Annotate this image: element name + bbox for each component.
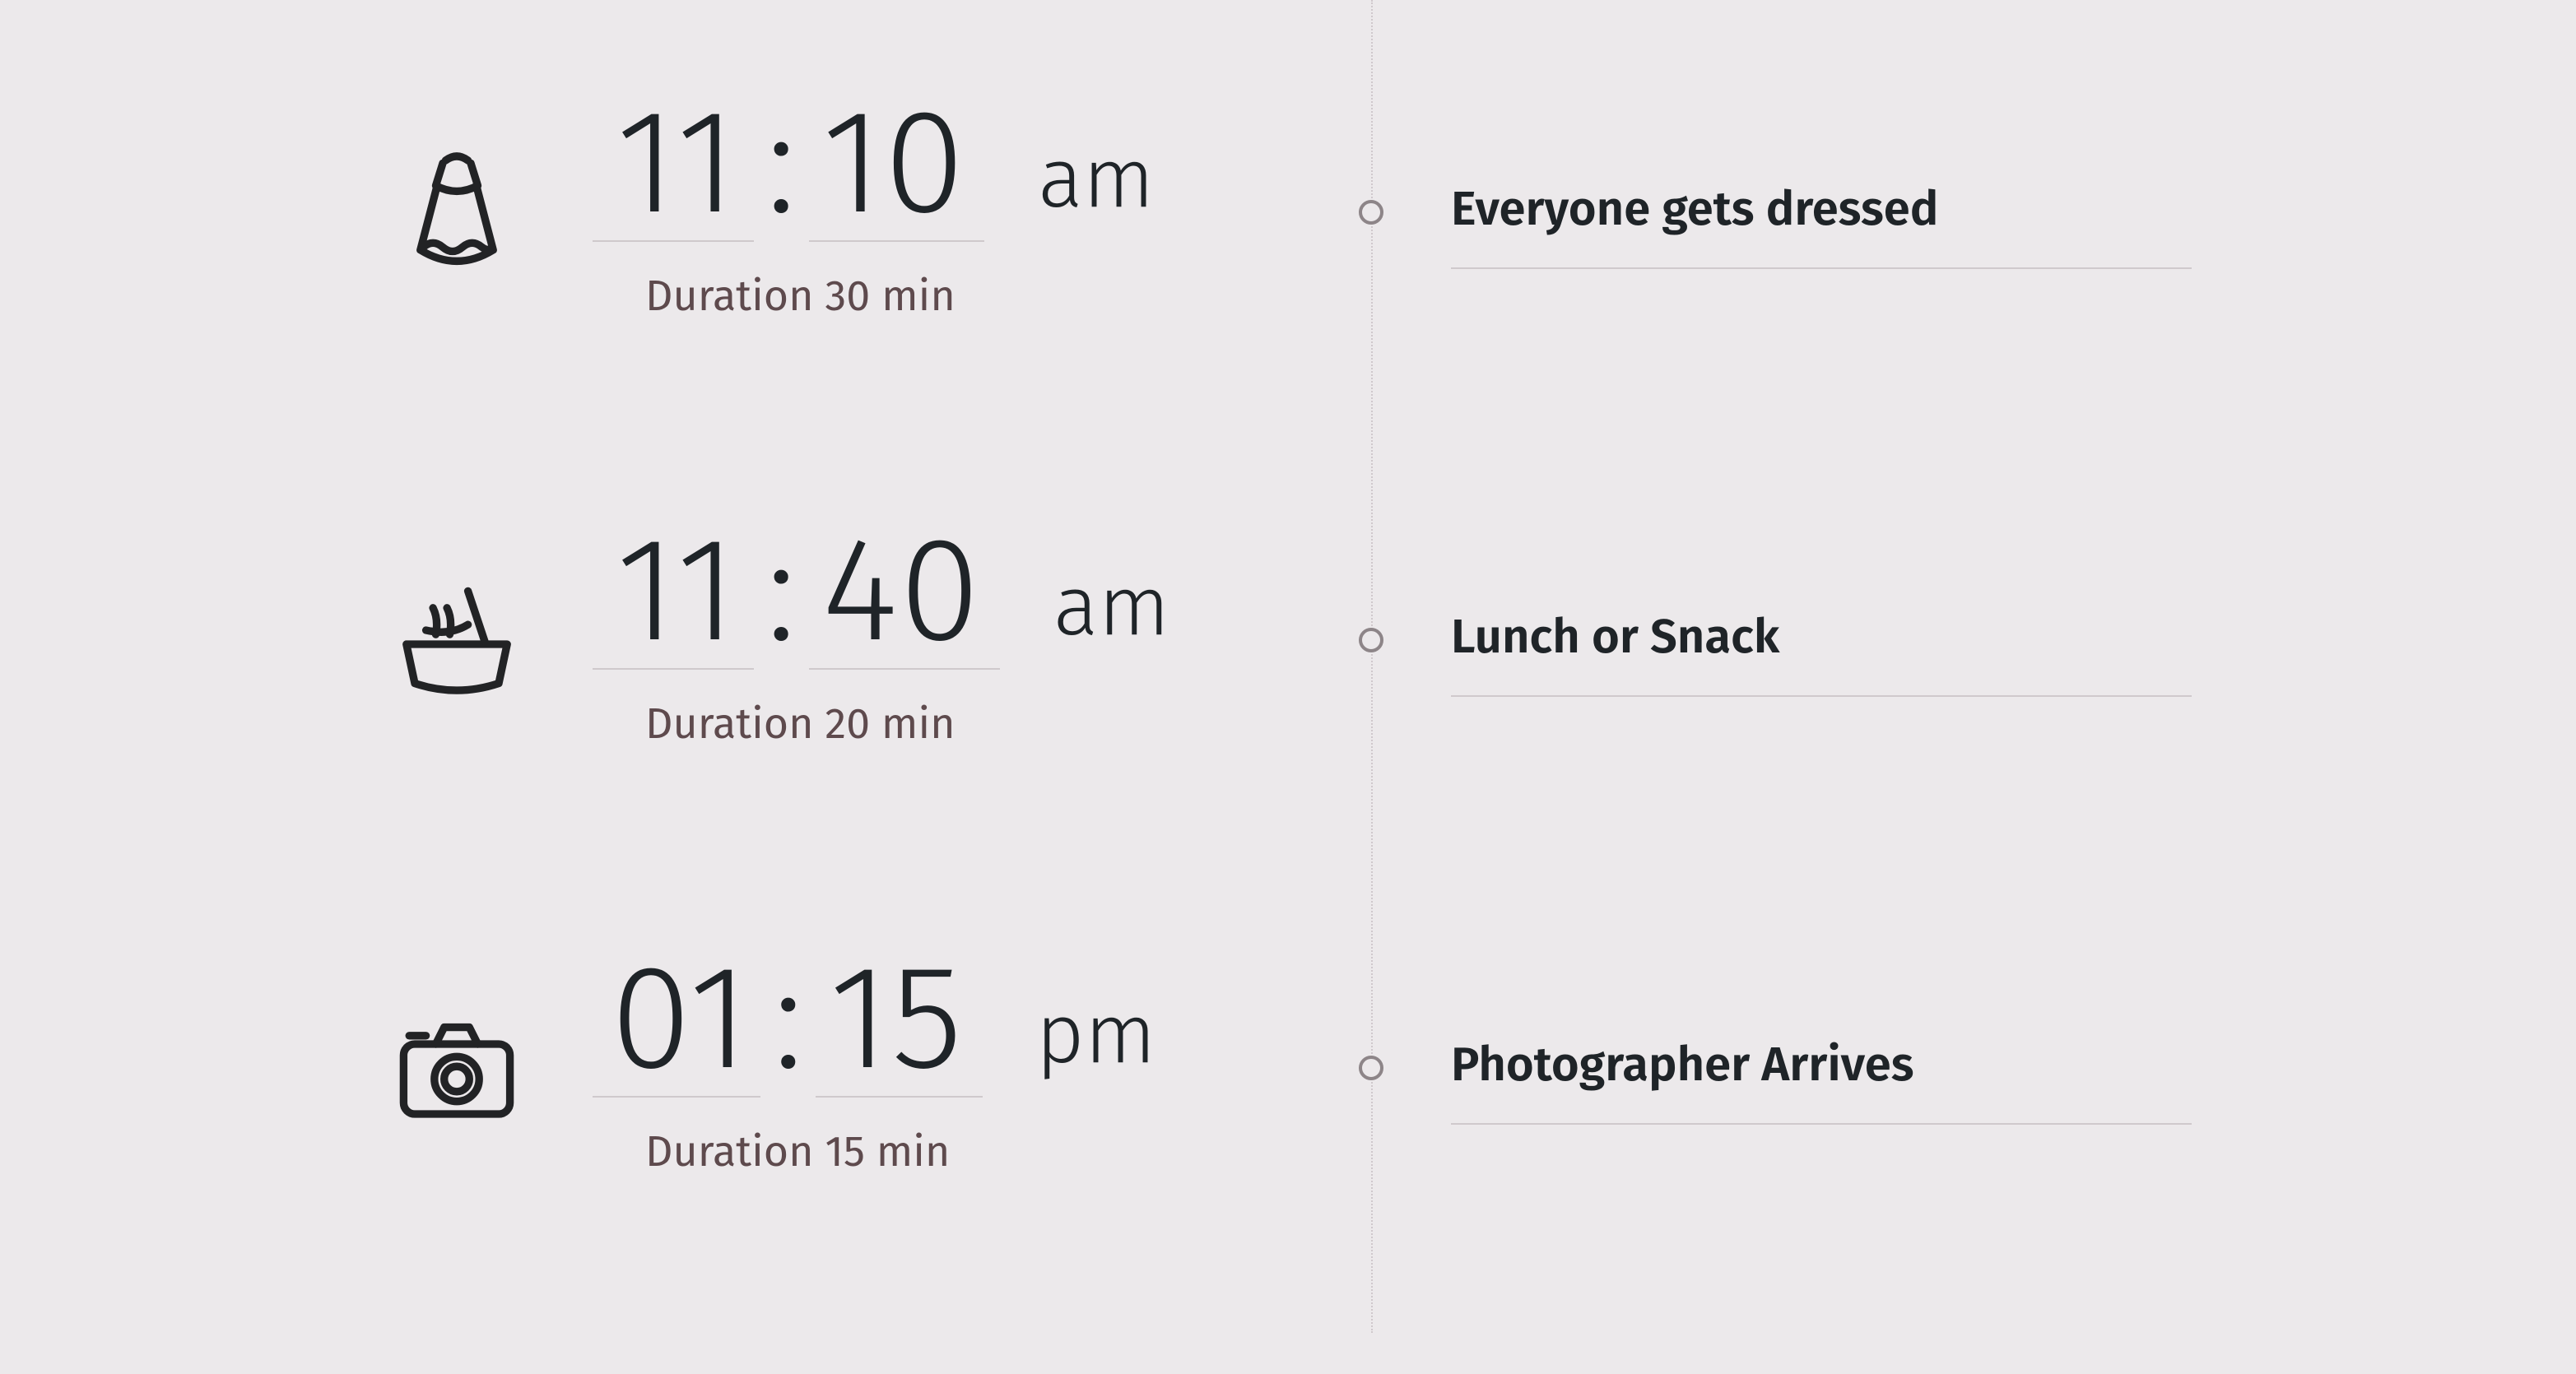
timeline-dot [1359,200,1383,225]
ampm-toggle[interactable]: am [1053,565,1170,649]
timeline-row[interactable]: 11 : 40 am Duration 20 min Lunch or Snac… [0,518,2576,946]
event-title[interactable]: Lunch or Snack [1451,609,2192,697]
ampm-toggle[interactable]: am [1038,137,1155,221]
event-title[interactable]: Everyone gets dressed [1451,181,2192,269]
hour-input[interactable]: 11 [593,91,754,242]
minute-input[interactable]: 40 [809,518,1000,670]
camera-icon [387,1002,527,1142]
event-title[interactable]: Photographer Arrives [1451,1037,2192,1125]
duration-label[interactable]: Duration 15 min [645,1126,1317,1177]
duration-label[interactable]: Duration 30 min [645,270,1317,322]
timeline: 11 : 10 am Duration 30 min Everyone gets… [0,91,2576,1374]
timeline-row[interactable]: 11 : 10 am Duration 30 min Everyone gets… [0,91,2576,518]
timeline-row[interactable]: 01 : 15 pm Duration 15 min Photographer … [0,946,2576,1374]
event-title-block[interactable]: Lunch or Snack [1451,609,2192,697]
time-colon: : [766,91,797,240]
event-title-block[interactable]: Everyone gets dressed [1451,181,2192,269]
time-colon: : [773,946,803,1096]
timeline-dot [1359,628,1383,652]
minute-input[interactable]: 15 [816,946,982,1098]
duration-label[interactable]: Duration 20 min [645,698,1317,750]
event-time[interactable]: 11 : 40 am Duration 20 min [593,518,1317,750]
event-time[interactable]: 11 : 10 am Duration 30 min [593,91,1317,322]
food-bowl-icon [387,574,527,714]
timeline-dot [1359,1056,1383,1080]
hour-input[interactable]: 11 [593,518,754,670]
dress-icon [387,146,527,286]
event-title-block[interactable]: Photographer Arrives [1451,1037,2192,1125]
ampm-toggle[interactable]: pm [1036,993,1156,1077]
time-colon: : [766,518,797,668]
hour-input[interactable]: 01 [593,946,760,1098]
minute-input[interactable]: 10 [809,91,984,242]
event-time[interactable]: 01 : 15 pm Duration 15 min [593,946,1317,1177]
